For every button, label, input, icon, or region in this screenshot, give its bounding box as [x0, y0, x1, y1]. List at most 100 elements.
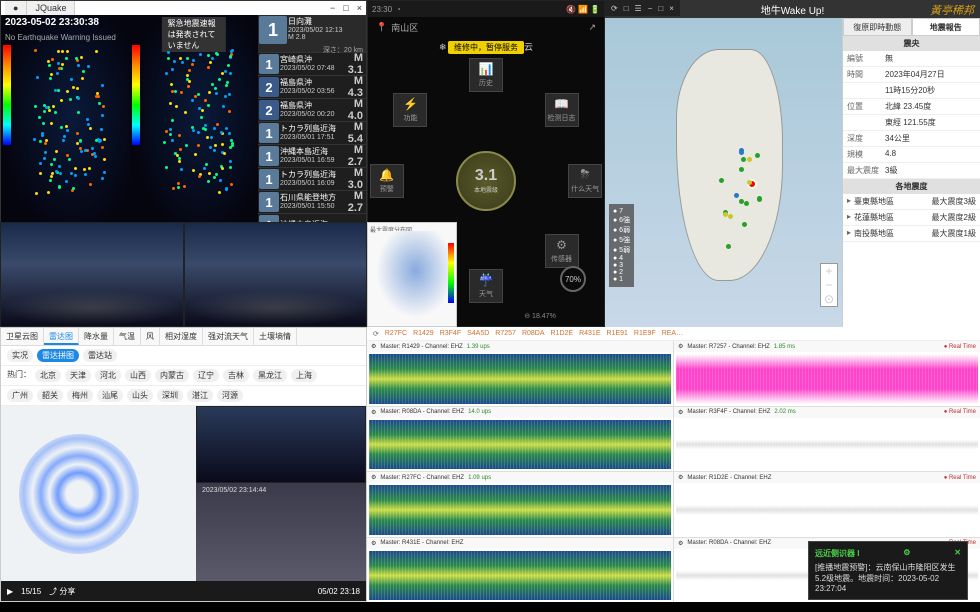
chip[interactable]: 汕尾 — [97, 389, 123, 402]
refresh-icon[interactable]: ⟳ — [373, 330, 379, 338]
area-row[interactable]: 臺東縣地區最大震度3級 — [843, 194, 980, 210]
radar-map[interactable] — [1, 406, 196, 581]
webcam-3[interactable] — [196, 406, 366, 483]
close-icon[interactable]: × — [357, 3, 362, 13]
tab-realtime[interactable]: 復原即時動態 — [843, 18, 912, 36]
radar-tab[interactable]: 相对湿度 — [160, 328, 203, 345]
minimize-icon[interactable]: − — [330, 3, 335, 13]
chip[interactable]: 河源 — [217, 389, 243, 402]
webcam-2[interactable] — [184, 222, 368, 327]
event-row[interactable]: 1 宮崎県沖 2023/05/02 07:48 M 3.1 — [258, 53, 366, 76]
toast-close-icon[interactable]: ✕ — [954, 548, 961, 559]
chip[interactable]: 湛江 — [187, 389, 213, 402]
gear-icon[interactable]: ⚙ — [371, 540, 376, 547]
gear-icon[interactable]: ⚙ — [678, 474, 683, 481]
zoom-out-button[interactable]: − — [821, 278, 837, 292]
station-id[interactable]: R1D2E — [551, 330, 574, 337]
dial-tile[interactable]: 📖检测日志 — [545, 93, 579, 127]
chrome-button[interactable]: − — [648, 4, 653, 13]
dial-tile[interactable]: ⛈什么天气 — [568, 164, 602, 198]
chip[interactable]: 实况 — [7, 349, 33, 362]
webcam-1[interactable] — [0, 222, 184, 327]
gear-icon[interactable]: ⚙ — [371, 343, 376, 350]
jquake-tab-2[interactable]: JQuake — [27, 1, 75, 15]
chip[interactable]: 山西 — [125, 369, 151, 382]
area-row[interactable]: 南投縣地區最大震度1級 — [843, 226, 980, 242]
share-icon[interactable]: ↗ — [588, 22, 596, 33]
jquake-tab-1[interactable]: ● — [5, 1, 27, 15]
mini-intensity-map[interactable]: 最大震度分布図 — [367, 222, 457, 327]
station-id[interactable]: R3F4F — [440, 330, 461, 337]
jquake-map-left[interactable]: 2023-05-02 23:30:38 No Earthquake Warnin… — [1, 15, 130, 237]
dial-tile[interactable]: 🔔预警 — [370, 164, 404, 198]
event-row[interactable]: 1 トカラ列島近海 2023/05/01 17:51 M 5.4 — [258, 122, 366, 145]
chrome-button[interactable]: □ — [658, 4, 663, 13]
station-id[interactable]: S4A5D — [467, 330, 489, 337]
station-id[interactable]: R431E — [579, 330, 600, 337]
station-id[interactable]: R1E91 — [607, 330, 628, 337]
event-row[interactable]: 2 福島県沖 2023/05/02 00:20 M 4.0 — [258, 99, 366, 122]
maximize-icon[interactable]: □ — [343, 3, 348, 13]
seismogram[interactable]: ⚙ Master: R7257 - Channel: EHZ 1.85 ms ●… — [674, 341, 980, 406]
seismogram[interactable]: ⚙ Master: R3F4F - Channel: EHZ 2.02 ms ●… — [674, 407, 980, 472]
chrome-button[interactable]: ⟳ — [611, 4, 618, 13]
seismogram[interactable]: ⚙ Master: R08DA - Channel: EHZ 14.0 ups — [367, 407, 673, 472]
station-id[interactable]: R08DA — [522, 330, 545, 337]
toast-settings-icon[interactable]: ⚙ — [903, 548, 910, 559]
chip[interactable]: 梅州 — [67, 389, 93, 402]
chip[interactable]: 韶关 — [37, 389, 63, 402]
zoom-reset-button[interactable]: ⊙ — [821, 292, 837, 306]
radar-tab[interactable]: 气温 — [114, 328, 141, 345]
taiwan-map[interactable]: ● 7● 6強● 6弱● 5強● 5弱● 4● 3● 2● 1 + − ⊙ — [605, 18, 842, 327]
chip[interactable]: 上海 — [291, 369, 317, 382]
seismogram[interactable]: ⚙ Master: R431E - Channel: EHZ — [367, 538, 673, 603]
chip[interactable]: 雷达拼图 — [37, 349, 79, 362]
chrome-button[interactable]: □ — [624, 4, 629, 13]
radar-tab[interactable]: 卫星云图 — [1, 328, 44, 345]
chip[interactable]: 辽宁 — [193, 369, 219, 382]
seismogram[interactable]: ⚙ Master: R1D2E - Channel: EHZ ● Real Ti… — [674, 472, 980, 537]
event-row[interactable]: 1 石川県能登地方 2023/05/01 15:50 M 2.7 — [258, 191, 366, 214]
chip[interactable]: 广州 — [7, 389, 33, 402]
alert-toast[interactable]: 远近侧识器 I ⚙ ✕ [推播地震预警]：云南保山市隆阳区发生5.2级地震。地震… — [808, 541, 968, 600]
radar-tab[interactable]: 强对流天气 — [203, 328, 254, 345]
dial-tile[interactable]: ⚙传感器 — [545, 234, 579, 268]
station-id[interactable]: REA… — [662, 330, 683, 337]
event-row[interactable]: 1 沖縄本島近海 2023/05/01 16:59 M 2.7 — [258, 145, 366, 168]
gear-icon[interactable]: ⚙ — [371, 409, 376, 416]
chip[interactable]: 吉林 — [223, 369, 249, 382]
zoom-in-button[interactable]: + — [821, 264, 837, 278]
share-button[interactable]: ⤴ 分享 — [49, 586, 75, 597]
chip[interactable]: 深圳 — [157, 389, 183, 402]
seismogram[interactable]: ⚙ Master: R27FC - Channel: EHZ 1.09 ups — [367, 472, 673, 537]
tab-report[interactable]: 地震報告 — [912, 18, 980, 36]
chip[interactable]: 雷达站 — [83, 349, 117, 362]
event-row[interactable]: 2 福島県沖 2023/05/02 03:56 M 4.3 — [258, 76, 366, 99]
radar-tab[interactable]: 雷达图 — [44, 328, 79, 345]
chip[interactable]: 内蒙古 — [155, 369, 189, 382]
event-row[interactable]: 1 トカラ列島近海 2023/05/01 16:09 M 3.0 — [258, 168, 366, 191]
chip[interactable]: 天津 — [65, 369, 91, 382]
location-row[interactable]: 📍 南山区 ↗ — [368, 17, 604, 38]
radar-tab[interactable]: 降水量 — [79, 328, 114, 345]
dial-tile[interactable]: ☔天气 — [469, 269, 503, 303]
chip[interactable]: 河北 — [95, 369, 121, 382]
chip[interactable]: 山头 — [127, 389, 153, 402]
radar-tab[interactable]: 土壤墒情 — [254, 328, 297, 345]
gear-icon[interactable]: ⚙ — [678, 343, 683, 350]
chrome-button[interactable]: ☰ — [635, 4, 642, 13]
featured-event[interactable]: 1 日向灘 2023/05/02 12:13 M 2.8 深さ：20 km — [258, 15, 366, 53]
gear-icon[interactable]: ⚙ — [371, 474, 376, 481]
3d-render[interactable]: 2023/05/02 23:14:44 — [196, 483, 366, 581]
chrome-button[interactable]: × — [669, 4, 674, 13]
station-id[interactable]: R27FC — [385, 330, 407, 337]
dial-tile[interactable]: ⚡功能 — [393, 93, 427, 127]
seismogram[interactable]: ⚙ Master: R1429 - Channel: EHZ 1.39 ups — [367, 341, 673, 406]
station-id[interactable]: R1429 — [413, 330, 434, 337]
chip[interactable]: 北京 — [35, 369, 61, 382]
area-row[interactable]: 花蓮縣地區最大震度2級 — [843, 210, 980, 226]
station-id[interactable]: R1E9F — [634, 330, 656, 337]
gear-icon[interactable]: ⚙ — [678, 540, 683, 547]
gear-icon[interactable]: ⚙ — [678, 409, 683, 416]
dial-tile[interactable]: 📊历史 — [469, 58, 503, 92]
